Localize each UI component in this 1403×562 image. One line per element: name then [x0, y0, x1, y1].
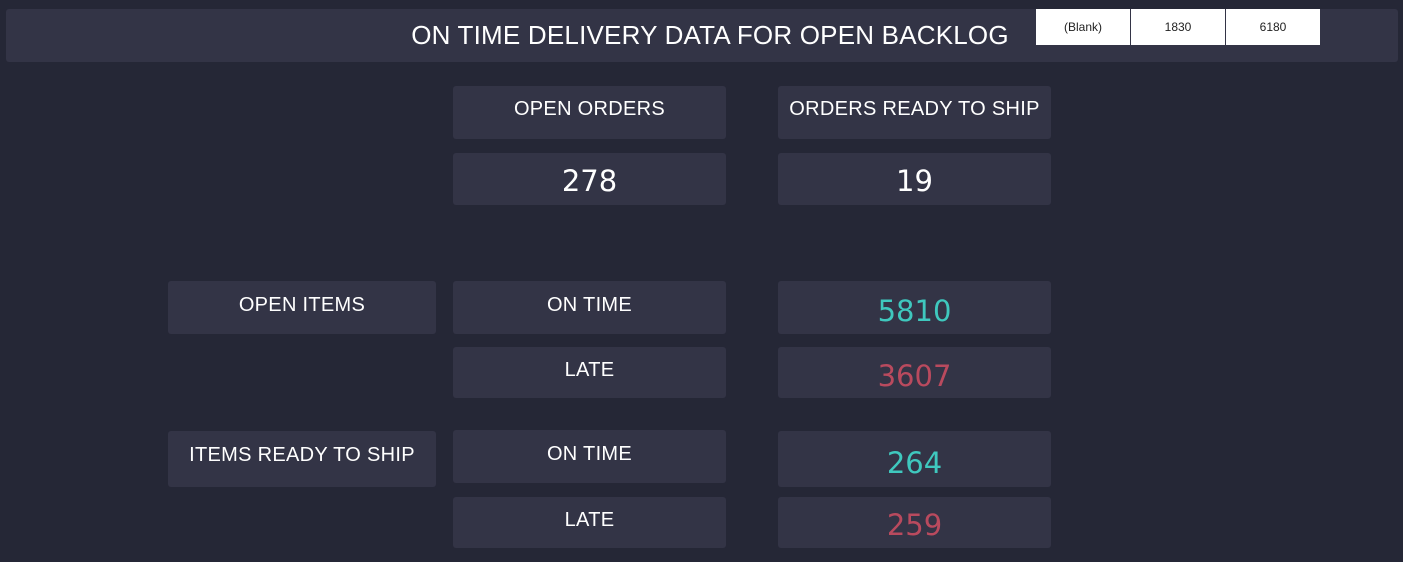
orders-ready-to-ship-value: 19: [778, 153, 1051, 205]
orders-ready-to-ship-label: ORDERS READY TO SHIP: [778, 86, 1051, 139]
items-ready-to-ship-label: ITEMS READY TO SHIP: [168, 431, 436, 487]
items-ready-on-time-label: ON TIME: [453, 430, 726, 483]
filter-slicer: (Blank) 1830 6180: [1036, 9, 1321, 45]
items-ready-late-value: 259: [778, 497, 1051, 548]
open-items-on-time-label: ON TIME: [453, 281, 726, 334]
items-ready-on-time-value: 264: [778, 431, 1051, 487]
page-title: ON TIME DELIVERY DATA FOR OPEN BACKLOG: [411, 20, 1009, 50]
open-orders-label: OPEN ORDERS: [453, 86, 726, 139]
open-items-on-time-value: 5810: [778, 281, 1051, 334]
slicer-option-6180[interactable]: 6180: [1226, 9, 1320, 45]
open-items-late-value: 3607: [778, 347, 1051, 398]
open-items-late-label: LATE: [453, 347, 726, 398]
slicer-option-1830[interactable]: 1830: [1131, 9, 1225, 45]
open-orders-value: 278: [453, 153, 726, 205]
slicer-option-blank[interactable]: (Blank): [1036, 9, 1130, 45]
open-items-label: OPEN ITEMS: [168, 281, 436, 334]
items-ready-late-label: LATE: [453, 497, 726, 548]
